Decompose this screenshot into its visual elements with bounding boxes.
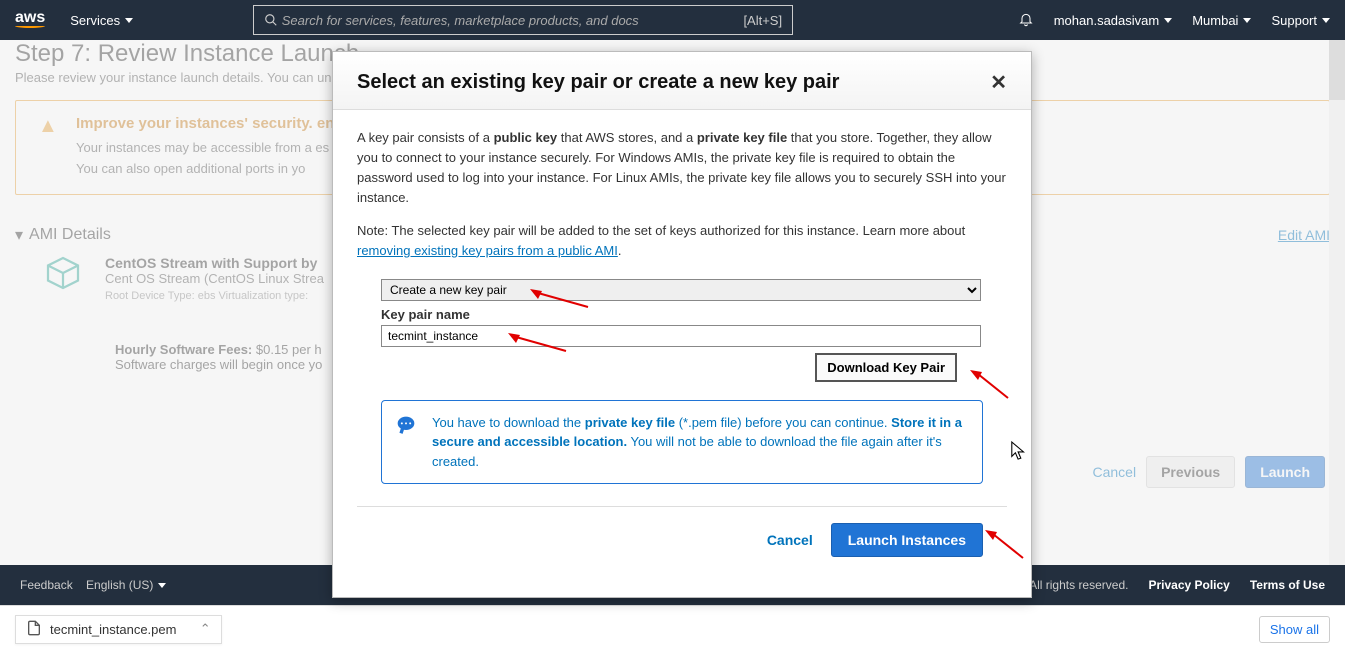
key-pair-name-label: Key pair name (381, 305, 1007, 325)
services-menu[interactable]: Services (70, 13, 133, 28)
modal-paragraph-1: A key pair consists of a public key that… (357, 128, 1007, 209)
chevron-up-icon[interactable]: ⌃ (200, 621, 211, 637)
key-pair-modal: Select an existing key pair or create a … (332, 51, 1032, 598)
download-info-alert: You have to download the private key fil… (381, 400, 983, 485)
key-pair-name-input[interactable] (381, 325, 981, 347)
caret-down-icon (1243, 18, 1251, 23)
caret-down-icon (1322, 18, 1330, 23)
close-icon[interactable]: ✕ (990, 70, 1007, 95)
launch-instances-button[interactable]: Launch Instances (831, 523, 983, 557)
aws-top-nav: aws Services Search for services, featur… (0, 0, 1345, 40)
caret-down-icon (125, 18, 133, 23)
language-label: English (US) (86, 578, 153, 592)
caret-down-icon (1164, 18, 1172, 23)
search-icon (264, 13, 278, 27)
search-placeholder: Search for services, features, marketpla… (282, 13, 639, 28)
support-label: Support (1271, 13, 1317, 28)
downloaded-filename: tecmint_instance.pem (50, 622, 176, 637)
global-search[interactable]: Search for services, features, marketpla… (253, 5, 793, 35)
search-shortcut: [Alt+S] (743, 13, 782, 28)
modal-cancel-button[interactable]: Cancel (767, 530, 813, 552)
downloaded-file[interactable]: tecmint_instance.pem ⌃ (15, 615, 222, 644)
browser-download-bar: tecmint_instance.pem ⌃ Show all (0, 605, 1345, 652)
account-name: mohan.sadasivam (1054, 13, 1160, 28)
mouse-cursor-icon (1010, 440, 1028, 467)
download-key-pair-button[interactable]: Download Key Pair (815, 353, 957, 382)
terms-link[interactable]: Terms of Use (1250, 578, 1325, 592)
key-pair-action-select[interactable]: Create a new key pair (381, 279, 981, 301)
aws-logo[interactable]: aws (15, 12, 45, 29)
removing-key-pairs-link[interactable]: removing existing key pairs from a publi… (357, 243, 618, 258)
support-menu[interactable]: Support (1271, 13, 1330, 28)
notifications-icon[interactable] (1018, 11, 1034, 30)
info-icon (394, 415, 418, 441)
language-selector[interactable]: English (US) (86, 578, 166, 592)
modal-footer: Cancel Launch Instances (357, 506, 1007, 577)
modal-paragraph-2: Note: The selected key pair will be adde… (357, 221, 1007, 261)
privacy-link[interactable]: Privacy Policy (1148, 578, 1229, 592)
region-menu[interactable]: Mumbai (1192, 13, 1251, 28)
show-all-downloads[interactable]: Show all (1259, 616, 1330, 643)
feedback-link[interactable]: Feedback (20, 578, 73, 592)
services-label: Services (70, 13, 120, 28)
caret-down-icon (158, 583, 166, 588)
modal-title: Select an existing key pair or create a … (357, 71, 839, 94)
file-icon (26, 620, 42, 639)
modal-header: Select an existing key pair or create a … (333, 52, 1031, 110)
region-name: Mumbai (1192, 13, 1238, 28)
account-menu[interactable]: mohan.sadasivam (1054, 13, 1173, 28)
